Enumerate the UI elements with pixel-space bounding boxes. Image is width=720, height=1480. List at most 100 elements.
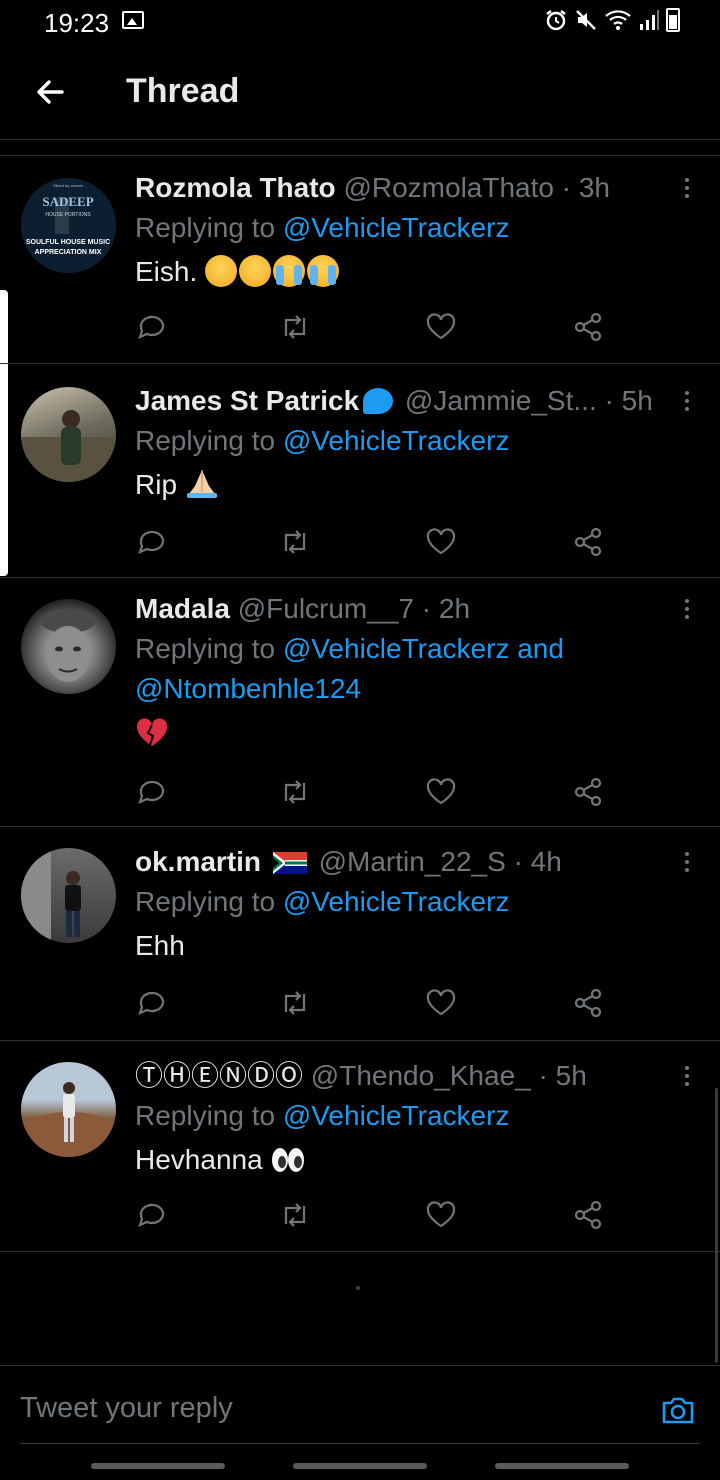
tweet-item[interactable]: ⓉⒽⒺⓃⒹⓄ @Thendo_Khae_ · 5h Replying to @V… [0,1042,720,1252]
avatar[interactable] [21,599,116,694]
tweet-time: 5h [621,385,653,416]
alarm-icon [546,10,566,31]
eyes-emoji-icon [272,1148,305,1172]
tweet-author-handle[interactable]: @RozmolaThato [343,172,554,203]
share-icon[interactable] [571,525,605,559]
reply-icon[interactable] [135,525,169,559]
tweet-author-handle[interactable]: @Jammie_St... [405,385,597,416]
tweet-author-handle[interactable]: @Fulcrum__7 [238,593,414,624]
retweet-icon[interactable] [278,775,312,809]
tweet-actions [135,986,605,1022]
svg-text:SADEEP: SADEEP [42,194,93,209]
avatar[interactable] [21,848,116,943]
tweet-author-name[interactable]: James St Patrick [135,385,359,416]
share-icon[interactable] [571,1198,605,1232]
crying-face-emoji-icon [307,255,340,287]
tweet-time: 3h [578,172,611,203]
like-icon[interactable] [424,310,458,344]
mention-link[interactable]: @VehicleTrackerz [283,425,510,456]
status-bar: 19:23 [0,0,720,44]
avatar[interactable] [21,1062,116,1157]
tweet-time: 2h [438,593,471,624]
retweet-icon[interactable] [278,310,312,344]
tweet-text: Rip [135,469,178,500]
tweet-author-name[interactable]: Madala [135,593,230,624]
broken-heart-emoji-icon [136,718,168,746]
more-icon[interactable] [682,1066,692,1092]
replying-to-label: Replying to [135,886,276,917]
tweet-text: Ehh [135,930,185,961]
tweet-author-name[interactable]: Rozmola Thato [135,172,336,203]
reply-icon[interactable] [135,986,169,1020]
pensive-face-emoji-icon [205,255,238,287]
scrollbar[interactable] [715,1088,718,1363]
tweet-actions [135,1198,605,1234]
retweet-icon[interactable] [278,1198,312,1232]
separator: · [421,593,432,624]
replying-to-label: Replying to [135,212,276,243]
avatar-photo [21,1082,116,1157]
like-icon[interactable] [424,1198,458,1232]
share-icon[interactable] [571,775,605,809]
mention-link[interactable]: @VehicleTrackerz [283,212,510,243]
loading-dot [356,1286,360,1290]
mention-link[interactable]: @VehicleTrackerz [283,886,510,917]
tweet-item[interactable]: James St Patrick @Jammie_St... · 5h Repl… [0,365,720,578]
separator: · [604,385,614,416]
like-icon[interactable] [424,775,458,809]
svg-text:HOUSE PORTIONS: HOUSE PORTIONS [45,212,91,218]
mention-link[interactable]: @VehicleTrackerz [283,1100,510,1131]
nav-hint-bar [293,1463,427,1469]
like-icon[interactable] [424,525,458,559]
replying-to-label: Replying to [135,425,276,456]
wifi-icon [605,10,631,30]
tweet-item[interactable]: Mixed by vewahi SADEEP HOUSE PORTIONS SO… [0,156,720,364]
tweet-author-name[interactable]: ok.martin [135,846,261,877]
tweet-author-handle[interactable]: @Martin_22_S [319,846,506,877]
reply-icon[interactable] [135,310,169,344]
reply-icon[interactable] [135,1198,169,1232]
reply-underline [20,1443,700,1444]
more-icon[interactable] [682,852,692,878]
tweet-author-name[interactable]: ⓉⒽⒺⓃⒹⓄ [135,1060,303,1091]
reply-input[interactable] [20,1392,620,1425]
tweet-item[interactable]: ok.martin @Martin_22_S · 4h Replying to … [0,828,720,1041]
tweet-actions [135,775,605,811]
retweet-icon[interactable] [278,525,312,559]
tweet-text: Eish. [135,256,198,287]
crying-face-emoji-icon [273,255,306,287]
avatar-photo [40,609,96,682]
replying-to-label: Replying to [135,633,276,664]
more-icon[interactable] [682,599,692,625]
tweet-actions [135,310,605,346]
tweet-text: Hevhanna [135,1144,263,1175]
speech-bubble-emoji-icon [363,388,394,414]
share-icon[interactable] [571,310,605,344]
reply-bar [0,1365,720,1445]
avatar-photo [21,848,81,943]
tweet-item[interactable]: Madala @Fulcrum__7 · 2h Replying to @Veh… [0,579,720,827]
tweet-author-handle[interactable]: @Thendo_Khae_ [311,1060,531,1091]
share-icon[interactable] [571,986,605,1020]
like-icon[interactable] [424,986,458,1020]
back-arrow-icon[interactable] [32,74,68,110]
retweet-icon[interactable] [278,986,312,1020]
svg-text:SOULFUL HOUSE MUSIC: SOULFUL HOUSE MUSIC [26,239,110,246]
avatar[interactable] [21,387,116,482]
south-africa-flag-icon [272,852,307,874]
replying-to-label: Replying to [135,1100,276,1131]
signal-icon [640,10,659,30]
gallery-notification-icon [122,11,144,29]
avatar-photo [21,410,116,482]
camera-icon[interactable] [660,1392,696,1428]
pensive-face-emoji-icon [239,255,272,287]
tweet-time: 5h [555,1060,587,1091]
nav-hint-bar [91,1463,225,1469]
mute-icon [576,10,596,30]
avatar[interactable]: Mixed by vewahi SADEEP HOUSE PORTIONS SO… [21,178,116,273]
more-icon[interactable] [682,178,692,204]
reply-icon[interactable] [135,775,169,809]
more-icon[interactable] [682,391,692,417]
status-icons [544,8,680,32]
page-title: Thread [126,72,240,110]
